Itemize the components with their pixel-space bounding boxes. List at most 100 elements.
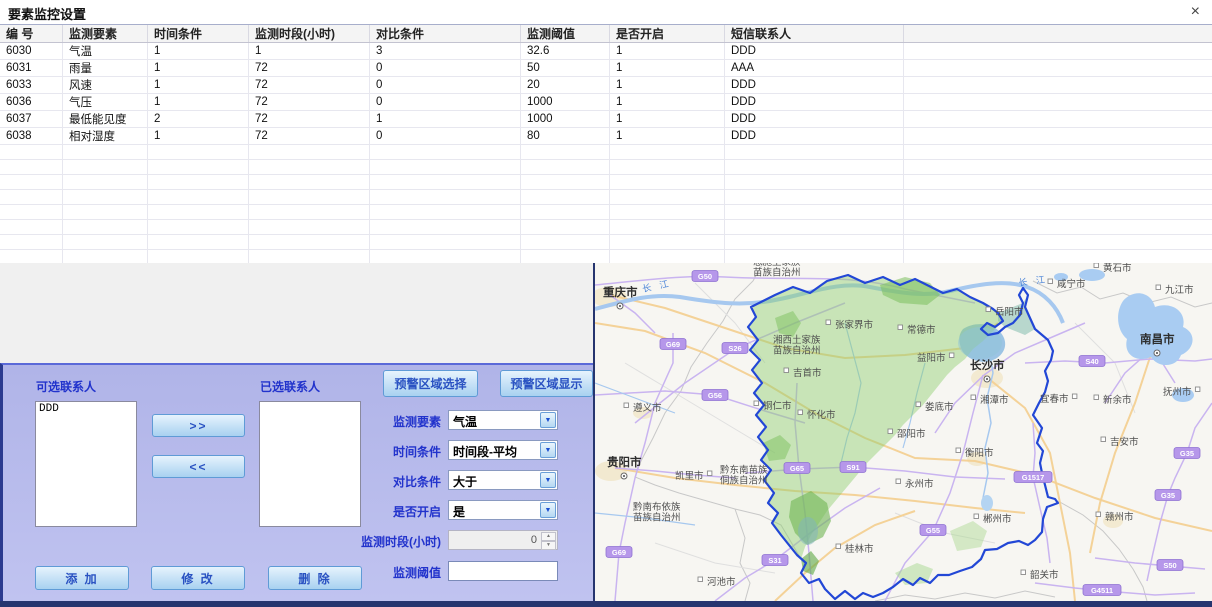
column-header[interactable]: 监测要素: [63, 25, 148, 43]
column-header[interactable]: 时间条件: [148, 25, 249, 43]
column-header[interactable]: 监测阈值: [521, 25, 610, 43]
table-row[interactable]: [0, 235, 1212, 250]
table-cell: [610, 160, 725, 175]
table-cell: [904, 77, 1212, 94]
spinner-up-icon[interactable]: ▲: [541, 532, 556, 541]
city-marker: [826, 320, 831, 325]
enabled-label: 是否开启: [303, 503, 441, 520]
table-row[interactable]: 6036气压172010001DDD: [0, 94, 1212, 111]
table-cell: [63, 160, 148, 175]
column-header[interactable]: 监测时段(小时): [249, 25, 370, 43]
table-row[interactable]: [0, 175, 1212, 190]
table-cell: [370, 235, 521, 250]
table-cell: [148, 190, 249, 205]
table-row[interactable]: 6031雨量1720501AAA: [0, 60, 1212, 77]
table-cell: [521, 190, 610, 205]
map-city-label: 黄石市: [1103, 263, 1132, 274]
element-select[interactable]: 气温 ▼: [448, 410, 558, 430]
map-city-label: 湘西土家族苗族自治州: [773, 334, 821, 357]
city-marker: [698, 577, 703, 582]
city-marker: [798, 410, 803, 415]
map-city-label: 常德市: [907, 324, 936, 336]
table-row[interactable]: [0, 190, 1212, 205]
map-city-label: 衡阳市: [965, 447, 994, 459]
table-cell: [370, 175, 521, 190]
period-hours-label: 监测时段(小时): [303, 533, 441, 550]
table-row[interactable]: 6033风速1720201DDD: [0, 77, 1212, 94]
table-cell: [370, 205, 521, 220]
table-cell: 1000: [521, 111, 610, 128]
table-cell: 0: [370, 128, 521, 145]
table-cell: [725, 190, 904, 205]
table-row[interactable]: 6030气温11332.61DDD: [0, 43, 1212, 60]
table-cell: [725, 235, 904, 250]
period-hours-spinner[interactable]: 0 ▲ ▼: [448, 530, 558, 550]
table-cell: [521, 175, 610, 190]
table-row[interactable]: [0, 160, 1212, 175]
add-button[interactable]: 添 加: [35, 566, 129, 590]
list-item[interactable]: DDD: [36, 402, 136, 416]
map-city-label: 吉安市: [1110, 436, 1139, 448]
road-badge-label: G65: [790, 464, 804, 473]
table-cell: 1: [148, 94, 249, 111]
modify-button[interactable]: 修 改: [151, 566, 245, 590]
enabled-select[interactable]: 是 ▼: [448, 500, 558, 520]
column-header[interactable]: 短信联系人: [725, 25, 904, 43]
chevron-down-icon[interactable]: ▼: [540, 472, 556, 488]
table-cell: 1: [148, 60, 249, 77]
monitoring-table[interactable]: 编 号监测要素时间条件监测时段(小时)对比条件监测阈值是否开启短信联系人 603…: [0, 24, 1212, 264]
selected-contacts-label: 已选联系人: [260, 378, 320, 395]
table-row[interactable]: 6037最低能见度272110001DDD: [0, 111, 1212, 128]
map-city-label: 益阳市: [917, 352, 946, 364]
chevron-down-icon[interactable]: ▼: [540, 442, 556, 458]
chevron-down-icon[interactable]: ▼: [540, 502, 556, 518]
column-header[interactable]: 是否开启: [610, 25, 725, 43]
move-right-button[interactable]: >>: [152, 414, 245, 437]
warning-area-map[interactable]: 重庆市遵义市贵阳市凯里市黔东南苗族侗族自治州黔南布依族苗族自治州恩施土家族苗族自…: [595, 263, 1212, 601]
table-cell: [904, 145, 1212, 160]
road-badge-label: S40: [1085, 357, 1098, 366]
table-cell: [0, 250, 63, 265]
spinner-down-icon[interactable]: ▼: [541, 541, 556, 550]
map-city-label: 黔东南苗族侗族自治州: [720, 464, 768, 487]
road-badge-label: G35: [1161, 491, 1175, 500]
warning-area-select-button[interactable]: 预警区域选择: [383, 370, 478, 397]
time-condition-select[interactable]: 时间段-平均 ▼: [448, 440, 558, 460]
threshold-input[interactable]: [448, 561, 558, 581]
table-row[interactable]: [0, 250, 1212, 265]
close-icon[interactable]: ×: [1191, 2, 1200, 22]
road-badge-label: G35: [1180, 449, 1194, 458]
city-marker-dot: [619, 305, 621, 307]
table-cell: 6031: [0, 60, 63, 77]
table-cell: [63, 175, 148, 190]
bottom-strip: [0, 601, 1212, 607]
table-cell: 6037: [0, 111, 63, 128]
titlebar: 要素监控设置 ×: [0, 0, 1212, 24]
table-cell: DDD: [725, 111, 904, 128]
table-cell: AAA: [725, 60, 904, 77]
map-city-label: 九江市: [1165, 284, 1194, 296]
chevron-down-icon[interactable]: ▼: [540, 412, 556, 428]
table-cell: 3: [370, 43, 521, 60]
column-header-empty: [904, 25, 1212, 43]
table-cell: [249, 205, 370, 220]
delete-button[interactable]: 删 除: [268, 566, 362, 590]
move-left-button[interactable]: <<: [152, 455, 245, 478]
table-row[interactable]: [0, 205, 1212, 220]
city-marker: [1156, 285, 1161, 290]
table-row[interactable]: 6038相对湿度1720801DDD: [0, 128, 1212, 145]
table-row[interactable]: [0, 220, 1212, 235]
column-header[interactable]: 对比条件: [370, 25, 521, 43]
map-city-label: 韶关市: [1030, 569, 1059, 581]
road-badge-label: G69: [666, 340, 680, 349]
available-contacts-list[interactable]: DDD: [35, 401, 137, 527]
table-cell: [904, 205, 1212, 220]
warning-area-show-button[interactable]: 预警区域显示: [500, 370, 593, 397]
road-badge-label: G69: [612, 548, 626, 557]
table-cell: [0, 220, 63, 235]
table-row[interactable]: [0, 145, 1212, 160]
column-header[interactable]: 编 号: [0, 25, 63, 43]
table-cell: [148, 175, 249, 190]
compare-condition-select[interactable]: 大于 ▼: [448, 470, 558, 490]
table-cell: 1: [370, 111, 521, 128]
